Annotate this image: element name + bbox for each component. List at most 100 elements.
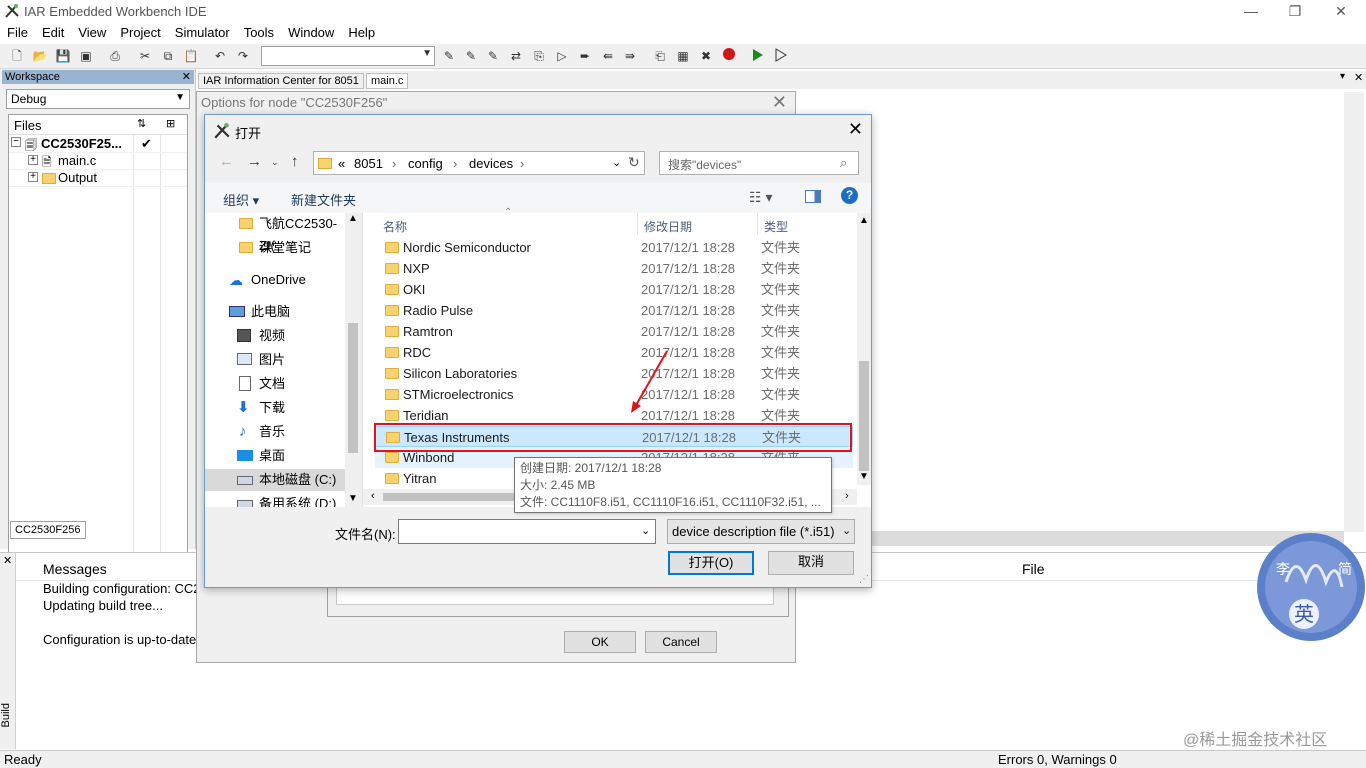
chevron-right-icon[interactable]: › bbox=[453, 156, 457, 171]
close-icon[interactable]: ✕ bbox=[182, 70, 191, 84]
menu-view[interactable]: View bbox=[71, 22, 113, 40]
file-row[interactable]: STMicroelectronics 2017/12/1 18:28 文件夹 bbox=[375, 384, 853, 405]
close-window-button[interactable]: ✕ bbox=[1318, 0, 1364, 22]
options-icon[interactable]: ⊞ bbox=[166, 117, 175, 130]
chevron-down-icon[interactable]: ⌄ bbox=[842, 524, 851, 537]
preview-pane-icon[interactable] bbox=[805, 190, 821, 203]
editor-vertical-scrollbar[interactable] bbox=[1344, 92, 1364, 532]
nav-item-music[interactable]: ♪ 音乐 bbox=[205, 421, 345, 443]
expand-icon[interactable]: + bbox=[28, 155, 38, 165]
file-row[interactable]: Silicon Laboratories 2017/12/1 18:28 文件夹 bbox=[375, 363, 853, 384]
chevron-right-icon[interactable]: › bbox=[392, 156, 396, 171]
nav-item-onedrive[interactable]: ☁ OneDrive bbox=[205, 269, 345, 291]
breadcrumb-item[interactable]: config bbox=[408, 156, 443, 171]
view-options-icon[interactable]: ☷ ▾ bbox=[749, 189, 772, 206]
nav-item-drive-c[interactable]: 本地磁盘 (C:) bbox=[205, 469, 345, 491]
close-icon[interactable]: ✕ bbox=[3, 554, 12, 567]
menu-tools[interactable]: Tools bbox=[237, 22, 281, 40]
workspace-tab[interactable]: CC2530F256 bbox=[10, 521, 86, 539]
nav-scrollbar[interactable]: ▲ ▼ bbox=[345, 213, 362, 507]
ok-button[interactable]: OK bbox=[564, 631, 636, 653]
tree-row-folder[interactable]: + Output bbox=[9, 170, 187, 187]
nav-item[interactable]: 课堂笔记 bbox=[205, 237, 345, 259]
new-folder-button[interactable]: 新建文件夹 bbox=[291, 190, 356, 209]
menu-help[interactable]: Help bbox=[341, 22, 382, 40]
find-combo[interactable]: ▼ bbox=[261, 46, 435, 66]
find-icon[interactable]: ✎ bbox=[440, 47, 458, 65]
find-next-icon[interactable]: ✎ bbox=[462, 47, 480, 65]
goto-icon[interactable]: ⎘ bbox=[530, 47, 548, 65]
nav-item-this-pc[interactable]: 此电脑 bbox=[205, 301, 345, 323]
filename-input[interactable]: ⌄ bbox=[398, 519, 656, 544]
chevron-down-icon[interactable]: ⌄ bbox=[612, 156, 621, 169]
make-icon[interactable]: ▦ bbox=[674, 47, 692, 65]
compile-icon[interactable]: ⎗ bbox=[651, 47, 669, 65]
help-icon[interactable]: ? bbox=[841, 187, 858, 204]
nav-scroll-thumb[interactable] bbox=[348, 323, 358, 453]
file-type-filter[interactable]: device description file (*.i51) ⌄ bbox=[667, 519, 855, 544]
back-arrow-icon[interactable]: ← bbox=[219, 153, 234, 170]
up-arrow-icon[interactable]: ↑ bbox=[291, 153, 299, 170]
nav-back-icon[interactable]: ⇚ bbox=[599, 47, 617, 65]
breadcrumb-overflow[interactable]: « bbox=[338, 156, 345, 171]
close-icon[interactable]: ✕ bbox=[848, 119, 863, 140]
scroll-up-icon[interactable]: ▲ bbox=[348, 213, 358, 224]
menu-file[interactable]: File bbox=[0, 22, 35, 40]
scroll-down-icon[interactable]: ▼ bbox=[348, 493, 358, 504]
file-row[interactable]: Nordic Semiconductor 2017/12/1 18:28 文件夹 bbox=[375, 237, 853, 258]
nav-item-downloads[interactable]: ⬇ 下载 bbox=[205, 397, 345, 419]
messages-column-header[interactable]: Messages bbox=[43, 561, 107, 577]
save-icon[interactable]: 💾 bbox=[54, 47, 72, 65]
next-bookmark-icon[interactable]: ➨ bbox=[576, 47, 594, 65]
chevron-down-icon[interactable]: ⌄ bbox=[271, 157, 279, 168]
chevron-right-icon[interactable]: › bbox=[520, 156, 524, 171]
tree-row-project[interactable]: − 🗐 CC2530F25... ✔ bbox=[9, 136, 187, 153]
file-row[interactable]: OKI 2017/12/1 18:28 文件夹 bbox=[375, 279, 853, 300]
stop-build-icon[interactable]: ✖ bbox=[697, 47, 715, 65]
file-row[interactable]: RDC 2017/12/1 18:28 文件夹 bbox=[375, 342, 853, 363]
breadcrumb-item[interactable]: 8051 bbox=[354, 156, 383, 171]
configuration-select[interactable]: Debug ▼ bbox=[6, 89, 190, 109]
find-prev-icon[interactable]: ✎ bbox=[484, 47, 502, 65]
scroll-down-icon[interactable]: ▼ bbox=[859, 471, 869, 482]
open-button[interactable]: 打开(O) bbox=[668, 551, 754, 575]
search-icon[interactable]: ⌕ bbox=[840, 155, 847, 171]
paste-icon[interactable]: 📋 bbox=[182, 47, 200, 65]
menu-project[interactable]: Project bbox=[113, 22, 167, 40]
menu-window[interactable]: Window bbox=[281, 22, 341, 40]
scroll-up-icon[interactable]: ▲ bbox=[859, 215, 869, 226]
menu-edit[interactable]: Edit bbox=[35, 22, 71, 40]
cancel-button[interactable]: Cancel bbox=[645, 631, 717, 653]
collapse-icon[interactable]: − bbox=[11, 137, 21, 147]
breakpoint-icon[interactable] bbox=[720, 47, 738, 65]
nav-item[interactable]: 飞航CC2530-ZI( bbox=[205, 213, 345, 253]
copy-icon[interactable]: ⧉ bbox=[159, 47, 177, 65]
minimize-button[interactable]: — bbox=[1228, 0, 1274, 22]
forward-arrow-icon[interactable]: → bbox=[247, 153, 262, 170]
scroll-right-icon[interactable]: › bbox=[845, 490, 849, 502]
print-icon[interactable]: ⎙ bbox=[106, 47, 124, 65]
file-row[interactable]: NXP 2017/12/1 18:28 文件夹 bbox=[375, 258, 853, 279]
column-header-date[interactable]: 修改日期 bbox=[644, 218, 692, 235]
resize-grip-icon[interactable]: ⋰ bbox=[859, 574, 869, 585]
replace-icon[interactable]: ⇄ bbox=[507, 47, 525, 65]
tab-main-c[interactable]: main.c bbox=[366, 73, 409, 89]
nav-item-drive-d[interactable]: 备用系统 (D:) bbox=[205, 493, 345, 507]
tree-row-file[interactable]: + 🗎 main.c bbox=[9, 153, 187, 170]
tab-info-center[interactable]: IAR Information Center for 8051 bbox=[198, 73, 364, 89]
organize-button[interactable]: 组织 ▾ bbox=[223, 190, 259, 209]
cancel-button[interactable]: 取消 bbox=[768, 551, 854, 575]
nav-item-desktop[interactable]: 桌面 bbox=[205, 445, 345, 467]
new-file-icon[interactable]: 🗋 bbox=[8, 47, 26, 65]
file-column-header[interactable]: File bbox=[1022, 561, 1045, 577]
build-tab-label[interactable]: Build bbox=[0, 703, 12, 727]
expand-icon[interactable]: + bbox=[28, 172, 38, 182]
column-header-name[interactable]: 名称 bbox=[383, 218, 407, 235]
redo-icon[interactable]: ↷ bbox=[234, 47, 252, 65]
column-header-type[interactable]: 类型 bbox=[764, 218, 788, 235]
search-input[interactable]: 搜索"devices" ⌕ bbox=[659, 151, 859, 175]
file-list-vertical-scrollbar[interactable]: ▲ ▼ bbox=[857, 213, 871, 485]
refresh-icon[interactable]: ↻ bbox=[628, 154, 640, 171]
scroll-left-icon[interactable]: ‹ bbox=[371, 490, 375, 502]
address-bar[interactable]: « 8051 › config › devices › ⌄ ↻ bbox=[313, 151, 645, 175]
